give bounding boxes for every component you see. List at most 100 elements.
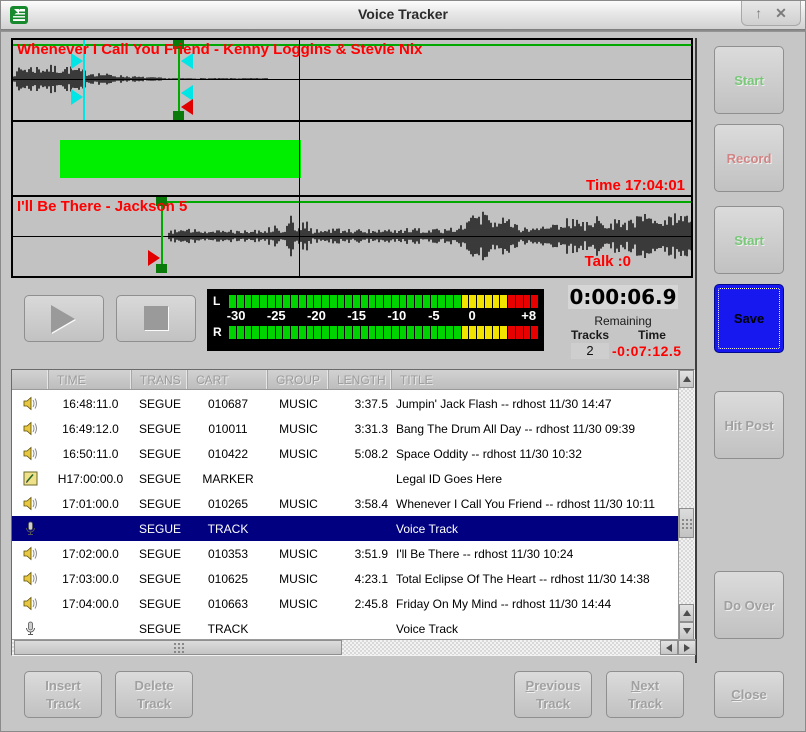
log-row[interactable]: 17:01:00.0SEGUE010265MUSIC3:58.4Whenever… [12,491,678,516]
row-cell: 010625 [188,572,268,586]
meter-segment [338,295,345,308]
stop-button[interactable] [116,295,196,342]
start2-button[interactable]: Start [714,206,784,274]
row-title-cell: Total Eclipse Of The Heart -- rdhost 11/… [392,572,678,586]
log-row-selected[interactable]: SEGUETRACKVoice Track [12,516,678,541]
row-cell: MUSIC [268,547,329,561]
log-row[interactable]: 17:03:00.0SEGUE010625MUSIC4:23.1Total Ec… [12,566,678,591]
row-icon-cell [12,420,49,437]
talk-annotation: Talk :0 [585,253,631,270]
save-button[interactable]: Save [714,284,784,353]
row-cell: SEGUE [132,397,188,411]
log-row[interactable]: 16:50:11.0SEGUE010422MUSIC5:08.2Space Od… [12,441,678,466]
column-header-time[interactable]: TIME [49,370,132,389]
row-cell: SEGUE [132,447,188,461]
meter-segment [524,326,531,339]
row-title-cell: I'll Be There -- rdhost 11/30 10:24 [392,547,678,561]
scroll-left-button[interactable] [660,640,678,655]
track1-fade-handle-bottom-icon[interactable] [71,89,83,105]
row-cell: 17:03:00.0 [49,572,132,586]
meter-segment [500,295,507,308]
meter-segment [400,326,407,339]
meter-segment [431,295,438,308]
voice-track-region[interactable] [60,140,301,178]
meter-segment [392,295,399,308]
column-header-icon[interactable] [12,370,49,389]
row-icon-cell [12,395,49,412]
log-row[interactable]: SEGUETRACKVoice Track [12,616,678,641]
speaker-icon [22,420,39,437]
track2-lane[interactable]: I'll Be There - Jackson 5 Talk :0 [13,197,691,276]
row-cell: MUSIC [268,597,329,611]
column-header-trans[interactable]: TRANS [132,370,188,389]
row-cell: SEGUE [132,597,188,611]
hit-post-button[interactable]: Hit Post [714,391,784,459]
vertical-scroll-thumb[interactable] [679,508,694,538]
row-cell: 010422 [188,447,268,461]
meter-segment [276,326,283,339]
horizontal-scroll-thumb[interactable] [14,640,342,655]
meter-segment [493,295,500,308]
column-header-length[interactable]: LENGTH [329,370,392,389]
delete-track-button[interactable]: DeleteTrack [115,671,193,718]
play-button[interactable] [24,295,104,342]
meter-segment [423,326,430,339]
meter-segment [291,326,298,339]
shade-window-icon[interactable]: ↑ [755,6,762,20]
scroll-up2-button[interactable] [679,604,694,622]
row-cell: MUSIC [268,422,329,436]
meter-segment [384,295,391,308]
log-table-header: TIMETRANSCARTGROUPLENGTHTITLE [12,370,678,390]
voice-track-lane[interactable]: Time 17:04:01 [13,122,691,195]
column-header-title[interactable]: TITLE [392,370,678,389]
row-icon-cell [12,470,49,487]
meter-right-bar [229,326,538,339]
meter-segment [361,295,368,308]
log-row[interactable]: 16:49:12.0SEGUE010011MUSIC3:31.3Bang The… [12,416,678,441]
scroll-up-button[interactable] [679,370,694,388]
column-header-cart[interactable]: CART [188,370,268,389]
start1-button[interactable]: Start [714,46,784,114]
meter-segment [415,326,422,339]
log-row[interactable]: H17:00:00.0SEGUEMARKERLegal ID Goes Here [12,466,678,491]
meter-segment [477,295,484,308]
insert-track-button[interactable]: InsertTrack [24,671,102,718]
do-over-button[interactable]: Do Over [714,571,784,639]
column-header-group[interactable]: GROUP [268,370,329,389]
log-row[interactable]: 17:02:00.0SEGUE010353MUSIC3:51.9I'll Be … [12,541,678,566]
meter-scale-label: +8 [521,309,536,322]
audio-meter: L -30-25-20-15-10-50+8 R [207,289,544,351]
meter-segment [485,295,492,308]
meter-segment [500,326,507,339]
record-button[interactable]: Record [714,124,784,192]
scroll-down-button[interactable] [679,622,694,640]
track1-lane[interactable]: Whenever I Call You Friend - Kenny Loggi… [13,40,691,120]
row-cell: SEGUE [132,472,188,486]
row-icon-cell [12,545,49,562]
track2-start-handle-icon[interactable] [148,250,160,266]
log-row[interactable]: 17:04:00.0SEGUE010663MUSIC2:45.8Friday O… [12,591,678,616]
row-cell: SEGUE [132,622,188,636]
tracks-panel[interactable]: Whenever I Call You Friend - Kenny Loggi… [11,38,693,278]
meter-segment [462,295,469,308]
track1-end-handle-icon[interactable] [181,99,193,115]
microphone-icon [22,620,39,637]
meter-scale-label: -25 [267,309,286,322]
row-cell: MUSIC [268,572,329,586]
row-title-cell: Bang The Drum All Day -- rdhost 11/30 09… [392,422,678,436]
meter-segment [469,295,476,308]
log-row[interactable]: 16:48:11.0SEGUE010687MUSIC3:37.5Jumpin' … [12,391,678,416]
log-table-rows: 16:48:11.0SEGUE010687MUSIC3:37.5Jumpin' … [12,391,678,641]
close-window-icon[interactable]: ✕ [775,6,787,20]
speaker-icon [22,495,39,512]
scroll-right-button[interactable] [678,640,696,655]
panel-separator [695,38,697,663]
previous-track-button[interactable]: PreviousTrack [514,671,592,718]
close-button[interactable]: Close [714,671,784,718]
row-icon-cell [12,520,49,537]
meter-scale-label: -15 [347,309,366,322]
horizontal-scrollbar[interactable] [12,639,696,655]
next-track-button[interactable]: NextTrack [606,671,684,718]
vertical-scrollbar[interactable] [678,370,694,640]
row-icon-cell [12,445,49,462]
